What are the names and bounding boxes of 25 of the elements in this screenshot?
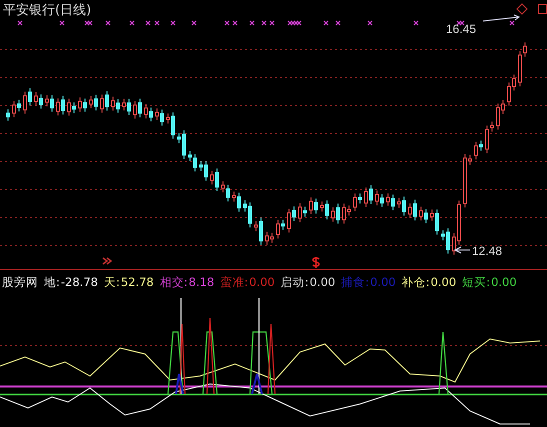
indicator-label: 补仓:: [402, 274, 430, 290]
indicator-value: 0.00: [370, 274, 396, 290]
indicator-name: 股旁网: [2, 274, 38, 290]
arrow-icon: [482, 14, 520, 22]
indicator-value: 0.00: [249, 274, 275, 290]
indicator-label: 天:: [104, 274, 120, 290]
indicator-value: 0.00: [430, 274, 456, 290]
double-arrow-icon: [102, 257, 112, 265]
indicator-label: 短买:: [462, 274, 490, 290]
indicator-value: 52.78: [120, 274, 154, 290]
indicator-value: -28.78: [60, 274, 98, 290]
indicator-label: 地:: [44, 274, 60, 290]
chart-title: 平安银行(日线): [3, 2, 92, 19]
arrow-icon: [454, 246, 470, 254]
price-label: 12.48: [472, 244, 502, 258]
indicator-label: 启动:: [280, 274, 309, 290]
indicator-label: 蛮准:: [220, 274, 248, 290]
square-icon: [538, 4, 547, 14]
indicator-label: 捕食:: [341, 274, 370, 290]
indicator-value: 0.00: [491, 274, 517, 290]
indicator-value: 8.18: [188, 274, 214, 290]
diamond-icon: [516, 3, 528, 15]
indicator-label: 相交:: [160, 274, 188, 290]
price-label: 16.45: [446, 22, 476, 36]
indicator-value: 0.00: [310, 274, 336, 290]
